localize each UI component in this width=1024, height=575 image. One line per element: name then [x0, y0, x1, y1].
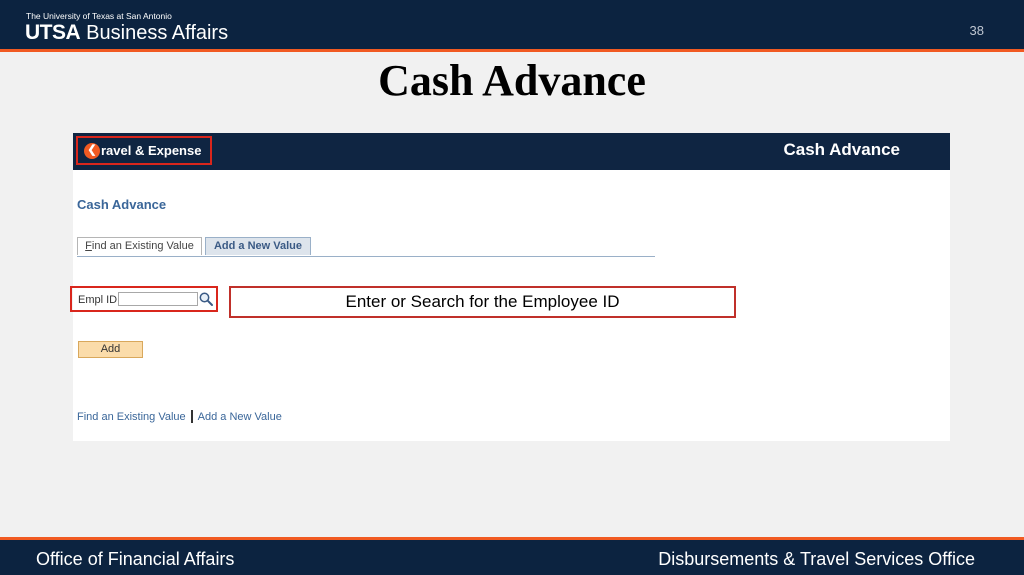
slide-title: Cash Advance: [378, 56, 646, 105]
instruction-callout: Enter or Search for the Employee ID: [229, 286, 736, 318]
tab-find-label: ind an Existing Value: [91, 240, 194, 252]
link-separator: [190, 410, 193, 423]
page-heading: Cash Advance: [77, 197, 167, 212]
page-number: 38: [969, 23, 984, 38]
slide-footer: Office of Financial Affairs Disbursement…: [0, 537, 1024, 575]
add-new-value-link[interactable]: Add a New Value: [198, 411, 282, 423]
app-screenshot-panel: ❮ ravel & Expense Cash Advance Cash Adva…: [70, 133, 950, 441]
app-top-bar: ❮ ravel & Expense Cash Advance: [73, 133, 950, 170]
find-existing-value-link[interactable]: Find an Existing Value: [77, 411, 186, 423]
brand-business-affairs: Business Affairs: [86, 22, 229, 44]
travel-expense-back-button[interactable]: ❮ ravel & Expense: [76, 136, 212, 165]
tab-find-existing-value[interactable]: Find an Existing Value: [77, 237, 202, 255]
slide-header: The University of Texas at San Antonio U…: [0, 0, 1024, 52]
chevron-left-circle-icon: ❮: [84, 142, 100, 159]
brand-utsa: UTSA: [25, 21, 81, 44]
add-button[interactable]: Add: [78, 341, 143, 358]
magnifier-icon[interactable]: [198, 291, 214, 307]
tab-bar: Find an Existing Value Add a New Value: [77, 237, 655, 257]
footer-right-text: Disbursements & Travel Services Office: [658, 549, 975, 569]
tab-add-new-value[interactable]: Add a New Value: [205, 237, 311, 255]
back-button-label: ravel & Expense: [101, 143, 202, 158]
tab-find-accesskey: F: [85, 240, 92, 252]
empl-id-label: Empl ID: [78, 294, 118, 306]
empl-id-highlight: Empl ID: [70, 286, 218, 312]
topbar-title: Cash Advance: [783, 140, 900, 159]
footer-left-text: Office of Financial Affairs: [36, 549, 235, 569]
empl-id-input[interactable]: [118, 292, 198, 306]
university-line: The University of Texas at San Antonio: [26, 11, 172, 21]
brand-logo: UTSA Business Affairs: [25, 21, 228, 45]
bottom-links: Find an Existing Value Add a New Value: [77, 410, 282, 423]
